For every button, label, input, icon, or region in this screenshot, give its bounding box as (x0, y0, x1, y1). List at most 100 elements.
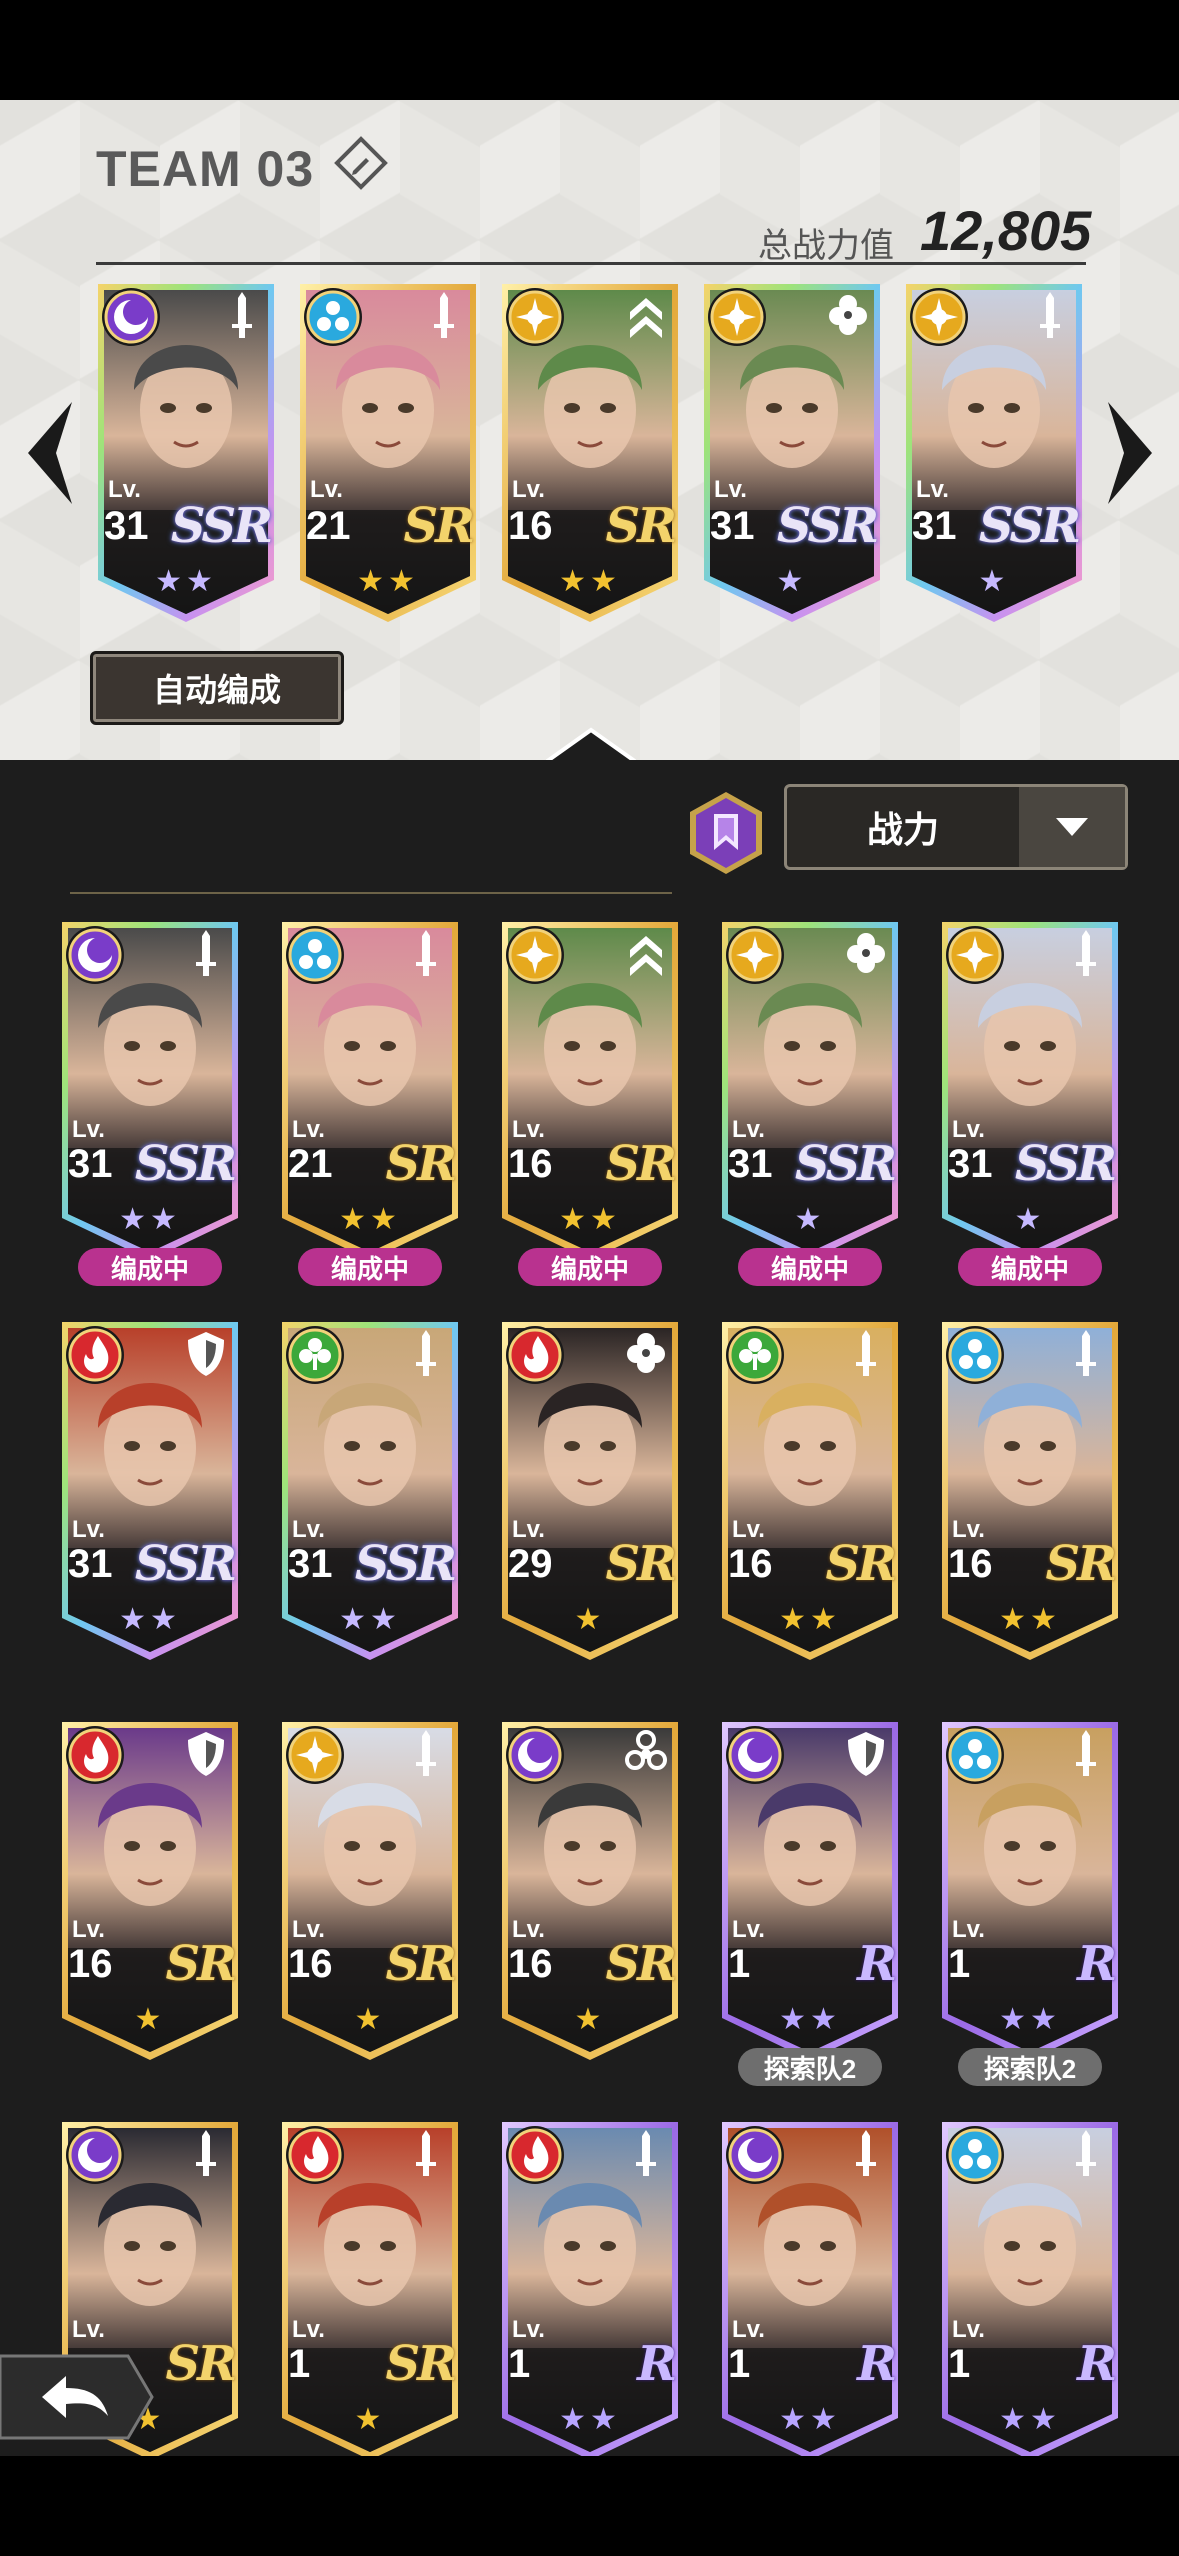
rarity-badge: SR (825, 1536, 897, 1592)
character-card[interactable]: Lv. 16 SR ★ (58, 1718, 242, 2064)
rarity-badge: SR (165, 2336, 237, 2392)
star-rating: ★★ (119, 1603, 181, 1636)
character-card[interactable]: Lv. 21 SR ★★ 编成中 (278, 918, 462, 1286)
water-element-icon (304, 288, 362, 346)
sword-role-icon (1076, 1330, 1096, 1376)
level-label: Lv. (292, 2316, 325, 2343)
character-card[interactable]: Lv. 1 R ★★ (938, 2118, 1122, 2464)
dark-element-icon (102, 288, 160, 346)
team-member-card[interactable]: Lv. 16 SR ★★ (498, 280, 682, 626)
sword-role-icon (232, 292, 252, 338)
rarity-badge: SSR (134, 1536, 237, 1592)
character-card[interactable]: Lv. 1 R ★★ 探索队2 (718, 1718, 902, 2086)
level-value: 31 (912, 504, 957, 548)
character-card[interactable]: Lv. 1 R ★★ 探索队2 (938, 1718, 1122, 2086)
star-rating: ★ (574, 2003, 606, 2036)
sword-role-icon (856, 1330, 876, 1376)
star-rating: ★ (794, 1203, 826, 1236)
clover-role-icon (847, 933, 885, 973)
level-label: Lv. (952, 1516, 985, 1543)
star-rating: ★★ (999, 2003, 1061, 2036)
star-rating: ★★ (779, 2403, 841, 2436)
character-card[interactable]: Lv. 1 R ★★ (498, 2118, 682, 2464)
character-card[interactable]: Lv. 16 SR ★★ (938, 1318, 1122, 1664)
status-tag: 探索队2 (958, 2048, 1102, 2086)
light-element-icon (726, 926, 784, 984)
character-card[interactable]: Lv. 31 SSR ★★ (278, 1318, 462, 1664)
divider (70, 892, 672, 894)
grass-element-icon (726, 1326, 784, 1384)
light-element-icon (286, 1726, 344, 1784)
star-rating: ★★ (779, 2003, 841, 2036)
rarity-badge: R (857, 2336, 897, 2392)
level-label: Lv. (952, 1116, 985, 1143)
grass-element-icon (286, 1326, 344, 1384)
level-value: 16 (508, 1142, 553, 1186)
level-label: Lv. (292, 1916, 325, 1943)
auto-formation-button[interactable]: 自动编成 (90, 651, 344, 725)
character-card[interactable]: Lv. 1 R ★★ (718, 2118, 902, 2464)
sword-role-icon (856, 2130, 876, 2176)
rarity-badge: SR (165, 1936, 237, 1992)
rarity-badge: SSR (354, 1536, 457, 1592)
level-value: 21 (288, 1142, 333, 1186)
character-card[interactable]: Lv. 16 SR ★ (498, 1718, 682, 2064)
level-value: 16 (728, 1542, 773, 1586)
rarity-badge: SSR (776, 498, 879, 554)
sword-role-icon (196, 930, 216, 976)
level-label: Lv. (72, 1916, 105, 1943)
character-card[interactable]: Lv. 16 SR ★ (278, 1718, 462, 2064)
level-label: Lv. (732, 2316, 765, 2343)
rarity-badge: SR (605, 1536, 677, 1592)
rarity-badge: SSR (794, 1136, 897, 1192)
star-rating: ★★ (999, 2403, 1061, 2436)
filter-bookmark-icon[interactable] (688, 790, 764, 876)
level-label: Lv. (714, 476, 747, 503)
edit-team-name-icon[interactable] (332, 134, 390, 192)
status-bar (0, 0, 1179, 100)
clover-role-icon (627, 1333, 665, 1373)
level-label: Lv. (916, 476, 949, 503)
character-card[interactable]: Lv. 31 SSR ★★ 编成中 (58, 918, 242, 1286)
previous-team-arrow-icon[interactable] (22, 398, 76, 508)
level-label: Lv. (310, 476, 343, 503)
level-value: 1 (288, 2342, 311, 2386)
character-card[interactable]: Lv. 31 SSR ★ 编成中 (718, 918, 902, 1286)
level-value: 1 (948, 1942, 971, 1986)
character-card[interactable]: Lv. 16 SR ★★ 编成中 (498, 918, 682, 1286)
level-label: Lv. (512, 1116, 545, 1143)
team-member-card[interactable]: Lv. 31 SSR ★★ (94, 280, 278, 626)
total-power-value: 12,805 (920, 199, 1092, 262)
sort-dropdown[interactable]: 战力 (784, 784, 1128, 870)
character-card[interactable]: Lv. 31 SSR ★ 编成中 (938, 918, 1122, 1286)
next-team-arrow-icon[interactable] (1104, 398, 1158, 508)
fire-element-icon (66, 1726, 124, 1784)
sword-role-icon (434, 292, 454, 338)
status-tag: 编成中 (738, 1248, 882, 1286)
shield-role-icon (188, 1332, 224, 1376)
star-rating: ★ (354, 2003, 386, 2036)
level-value: 31 (710, 504, 755, 548)
star-rating: ★ (574, 1603, 606, 1636)
star-rating: ★★ (339, 1603, 401, 1636)
light-element-icon (946, 926, 1004, 984)
team-member-card[interactable]: Lv. 21 SR ★★ (296, 280, 480, 626)
level-value: 1 (948, 2342, 971, 2386)
panel-notch (546, 727, 636, 762)
dropdown-toggle[interactable] (1019, 787, 1125, 867)
team-member-card[interactable]: Lv. 31 SSR ★ (902, 280, 1086, 626)
shield-role-icon (188, 1732, 224, 1776)
character-card[interactable]: Lv. 16 SR ★★ (718, 1318, 902, 1664)
character-card[interactable]: Lv. 31 SSR ★★ (58, 1318, 242, 1664)
back-button[interactable] (0, 2352, 156, 2442)
level-label: Lv. (512, 476, 545, 503)
team-member-card[interactable]: Lv. 31 SSR ★ (700, 280, 884, 626)
rarity-badge: SR (385, 1936, 457, 1992)
character-card[interactable]: Lv. 1 SR ★ (278, 2118, 462, 2464)
character-card[interactable]: Lv. 29 SR ★ (498, 1318, 682, 1664)
rarity-badge: R (1077, 2336, 1117, 2392)
sword-role-icon (1076, 1730, 1096, 1776)
level-value: 31 (104, 504, 149, 548)
level-value: 16 (948, 1542, 993, 1586)
dark-element-icon (66, 926, 124, 984)
